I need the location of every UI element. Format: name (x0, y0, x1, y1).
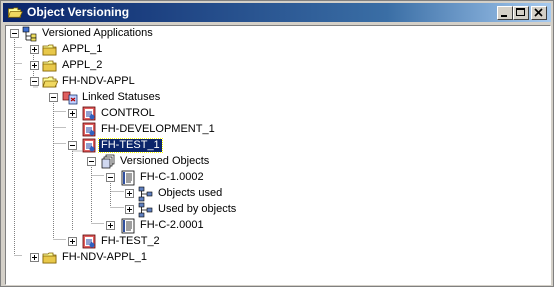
document-icon (120, 170, 136, 186)
network-icon (138, 186, 154, 202)
node-label: FH-NDV-APPL_1 (62, 251, 147, 263)
expand-icon[interactable] (30, 253, 39, 262)
node-label: FH-C-1.0002 (140, 171, 204, 183)
folder-icon (42, 250, 58, 266)
expand-icon[interactable] (125, 189, 134, 198)
expand-icon[interactable] (30, 61, 39, 70)
expand-icon[interactable] (68, 109, 77, 118)
node-label: Versioned Applications (42, 27, 153, 39)
window-title: Object Versioning (27, 5, 130, 19)
close-icon (534, 8, 543, 17)
status-icon (81, 234, 97, 250)
folder-icon (42, 58, 58, 74)
collapse-icon[interactable] (49, 93, 58, 102)
node-label: APPL_2 (62, 59, 103, 71)
node-label: FH-C-2.0001 (140, 219, 204, 231)
object-versioning-window: Object Versioning Versioned Applications… (0, 0, 554, 287)
node-label: FH-NDV-APPL (62, 75, 135, 87)
node-label: Objects used (158, 187, 223, 199)
status-icon (81, 106, 97, 122)
status-icon (81, 138, 97, 154)
open-folder-icon (7, 5, 23, 20)
versioned-objects-icon (100, 154, 116, 170)
node-label: Used by objects (158, 203, 237, 215)
status-icon (81, 122, 97, 138)
maximize-icon (516, 8, 525, 16)
collapse-icon[interactable] (10, 29, 19, 38)
node-label: FH-DEVELOPMENT_1 (101, 123, 215, 135)
node-label: CONTROL (101, 107, 155, 119)
folder-icon (42, 42, 58, 58)
tree-view[interactable]: Versioned Applications APPL_1 APPL_2 FH-… (5, 25, 551, 285)
collapse-icon[interactable] (106, 173, 115, 182)
expand-icon[interactable] (125, 205, 134, 214)
expand-icon[interactable] (30, 45, 39, 54)
collapse-icon[interactable] (30, 77, 39, 86)
expand-icon[interactable] (68, 237, 77, 246)
linked-statuses-icon (62, 90, 78, 106)
node-label: Versioned Objects (120, 155, 210, 167)
network-icon (138, 202, 154, 218)
node-label: Linked Statuses (82, 91, 161, 103)
collapse-icon[interactable] (87, 157, 96, 166)
minimize-icon (501, 15, 507, 17)
collapse-icon[interactable] (68, 141, 77, 150)
document-icon (120, 218, 136, 234)
applications-tree-icon (22, 26, 38, 42)
node-label: APPL_1 (62, 43, 103, 55)
node-label: FH-TEST_2 (101, 235, 160, 247)
minimize-button[interactable] (497, 6, 513, 20)
maximize-button[interactable] (513, 6, 529, 20)
open-folder-icon (42, 74, 58, 90)
expand-icon[interactable] (106, 221, 115, 230)
node-label-selected: FH-TEST_1 (98, 138, 163, 153)
close-button[interactable] (531, 6, 547, 20)
title-bar[interactable]: Object Versioning (3, 3, 551, 22)
